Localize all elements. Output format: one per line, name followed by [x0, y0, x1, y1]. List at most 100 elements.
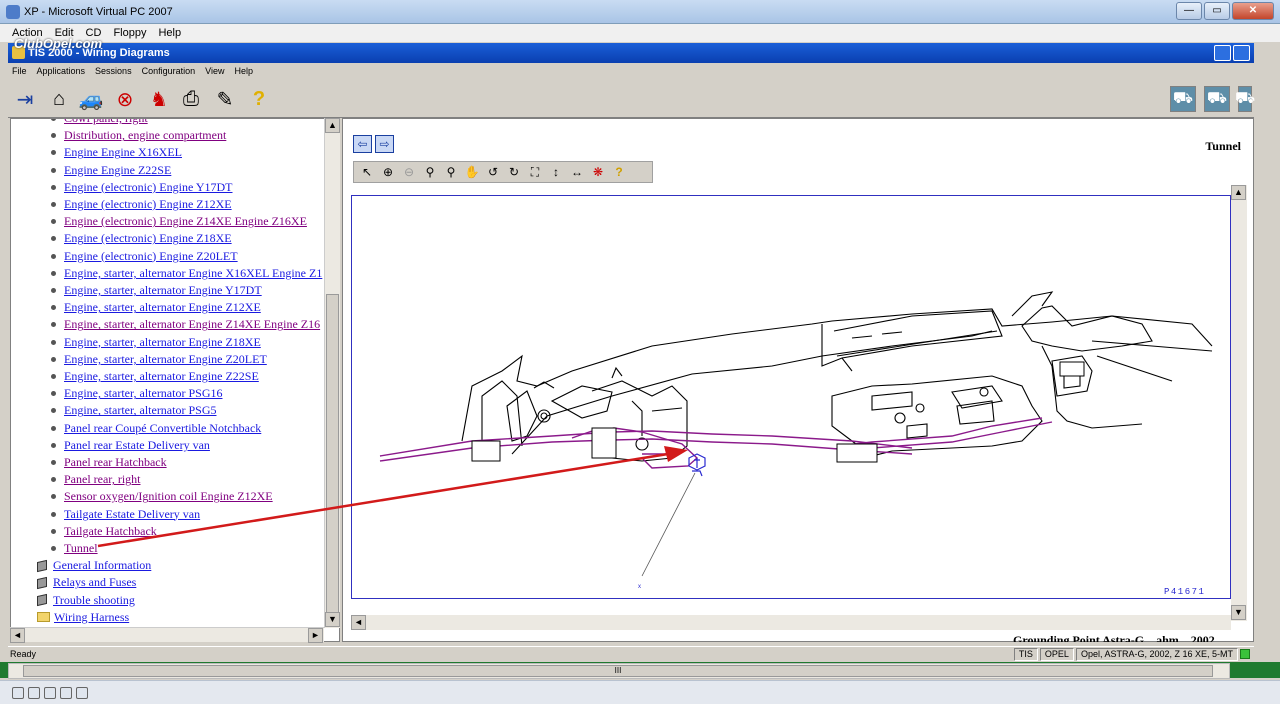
tree-item[interactable]: Tailgate Hatchback	[49, 523, 157, 540]
host-menu-floppy[interactable]: Floppy	[113, 27, 146, 39]
doc-scroll-down-icon[interactable]: ▼	[1231, 605, 1246, 620]
rotate-right-icon[interactable]: ↻	[505, 163, 523, 181]
tree-item[interactable]: General Information	[37, 557, 151, 574]
tree-item-link[interactable]: Tailgate Estate Delivery van	[64, 507, 200, 522]
floppy-icon[interactable]	[28, 686, 40, 699]
hand-icon[interactable]: ✋	[463, 163, 481, 181]
menu-applications[interactable]: Applications	[37, 66, 86, 76]
menu-view[interactable]: View	[205, 66, 224, 76]
tree-item[interactable]: Tailgate Estate Delivery van	[49, 506, 200, 523]
tree-item[interactable]: Engine Engine Z22SE	[49, 162, 171, 179]
host-restore-button[interactable]: ▭	[1204, 2, 1230, 20]
person-icon[interactable]: ♞	[146, 86, 172, 112]
tree-item-link[interactable]: Engine (electronic) Engine Y17DT	[64, 180, 233, 195]
tree-item[interactable]: Trouble shooting	[37, 592, 135, 609]
tree-item-link[interactable]: Panel rear Hatchback	[64, 455, 167, 470]
host-horizontal-scrollbar[interactable]: III	[8, 663, 1230, 679]
tree-item-link[interactable]: Engine, starter, alternator Engine Z18XE	[64, 335, 261, 350]
tree-item-link[interactable]: Engine, starter, alternator Engine Z14XE…	[64, 317, 320, 332]
tree-item[interactable]: Engine (electronic) Engine Z20LET	[49, 248, 238, 265]
fit-window-icon[interactable]: ⛶	[526, 163, 544, 181]
tree-item-link[interactable]: Tunnel	[64, 541, 98, 556]
van-1-icon[interactable]: ⛟	[1170, 86, 1196, 112]
tree-item[interactable]: Engine, starter, alternator Engine Z18XE	[49, 334, 261, 351]
rotate-left-icon[interactable]: ↺	[484, 163, 502, 181]
tree-item[interactable]: Cowl panel, right	[49, 119, 148, 127]
tree-item[interactable]: Engine, starter, alternator PSG5	[49, 402, 216, 419]
tree-item-link[interactable]: Engine, starter, alternator PSG5	[64, 403, 216, 418]
host-close-button[interactable]: ✕	[1232, 2, 1274, 20]
tree-item[interactable]: Sensor oxygen/Ignition coil Engine Z12XE	[49, 488, 273, 505]
doc-scroll-up-icon[interactable]: ▲	[1231, 185, 1246, 200]
shared-folder-icon[interactable]	[60, 686, 72, 699]
tree-item[interactable]: Panel rear Estate Delivery van	[49, 437, 210, 454]
scroll-left-icon[interactable]: ◄	[10, 628, 25, 643]
tree-item-link[interactable]: Engine (electronic) Engine Z18XE	[64, 231, 232, 246]
document-vertical-scrollbar[interactable]: ▲ ▼	[1231, 185, 1247, 621]
tree-item-link[interactable]: Cowl panel, right	[64, 119, 148, 126]
tree-item[interactable]: Engine, starter, alternator Engine Z22SE	[49, 368, 259, 385]
menu-help[interactable]: Help	[234, 66, 253, 76]
host-scroll-thumb[interactable]: III	[23, 665, 1213, 677]
tree-item[interactable]: Distribution, engine compartment	[49, 127, 226, 144]
menu-configuration[interactable]: Configuration	[142, 66, 196, 76]
tree-item[interactable]: Engine (electronic) Engine Z18XE	[49, 230, 232, 247]
help-icon[interactable]: ?	[246, 86, 272, 112]
tree-item-link[interactable]: Engine, starter, alternator Engine Z20LE…	[64, 352, 267, 367]
tree-item-link[interactable]: Engine (electronic) Engine Z14XE Engine …	[64, 214, 307, 229]
tree-item[interactable]: Relays and Fuses	[37, 574, 136, 591]
print-icon[interactable]: ⎙	[178, 86, 204, 112]
van-3-icon[interactable]: ⛟	[1235, 86, 1255, 112]
tree-item-link[interactable]: Distribution, engine compartment	[64, 128, 226, 143]
tree-item[interactable]: Engine, starter, alternator Engine Z14XE…	[49, 316, 320, 333]
tree-item-link[interactable]: General Information	[53, 558, 151, 573]
scroll-up-icon[interactable]: ▲	[325, 118, 340, 133]
notepad-icon[interactable]: ✎	[212, 86, 238, 112]
van-2-icon[interactable]: ⛟	[1204, 86, 1230, 112]
tree-item[interactable]: Engine, starter, alternator Engine Z20LE…	[49, 351, 267, 368]
scroll-right-icon[interactable]: ►	[308, 628, 323, 643]
wiring-diagram[interactable]: x P41671	[351, 195, 1231, 599]
document-horizontal-scrollbar[interactable]: ◄	[351, 615, 1231, 630]
tree-item[interactable]: Engine (electronic) Engine Z12XE	[49, 196, 232, 213]
diagram-help-icon[interactable]: ?	[610, 163, 628, 181]
cd-drive-icon[interactable]	[12, 686, 24, 699]
pointer-icon[interactable]: ↖	[358, 163, 376, 181]
tree-item-link[interactable]: Panel rear, right	[64, 472, 141, 487]
doc-scroll-left-icon[interactable]: ◄	[351, 615, 366, 630]
hard-disk-icon[interactable]	[44, 686, 56, 699]
tree-item-link[interactable]: Panel rear Estate Delivery van	[64, 438, 210, 453]
tree-item-link[interactable]: Engine (electronic) Engine Z12XE	[64, 197, 232, 212]
menu-file[interactable]: File	[12, 66, 27, 76]
tree-item-link[interactable]: Trouble shooting	[53, 593, 135, 608]
tree-item-link[interactable]: Engine, starter, alternator PSG16	[64, 386, 222, 401]
zoom-icon[interactable]: ⚲	[421, 163, 439, 181]
home-icon[interactable]: ⌂	[46, 86, 72, 112]
tree-item[interactable]: Panel rear Hatchback	[49, 454, 167, 471]
tree-item-link[interactable]: Engine Engine X16XEL	[64, 145, 182, 160]
tree-item-link[interactable]: Tailgate Hatchback	[64, 524, 157, 539]
tree-item-link[interactable]: Panel rear Coupé Convertible Notchback	[64, 421, 261, 436]
tree-item-link[interactable]: Relays and Fuses	[53, 575, 136, 590]
zoom-area-icon[interactable]: ⚲	[442, 163, 460, 181]
scroll-down-icon[interactable]: ▼	[325, 612, 340, 627]
menu-sessions[interactable]: Sessions	[95, 66, 132, 76]
tree-item[interactable]: Wiring Harness	[37, 609, 129, 626]
back-arrow-icon[interactable]: ⇦	[353, 135, 372, 153]
tree-item-link[interactable]: Wiring Harness	[54, 610, 129, 625]
tree-item-link[interactable]: Sensor oxygen/Ignition coil Engine Z12XE	[64, 489, 273, 504]
tree-item-link[interactable]: Engine, starter, alternator Engine Z12XE	[64, 300, 261, 315]
host-menu-help[interactable]: Help	[158, 27, 181, 39]
zoom-out-icon[interactable]: ⊖	[400, 163, 418, 181]
magnifier-icon[interactable]: ❋	[589, 163, 607, 181]
tree-item-link[interactable]: Engine, starter, alternator Engine X16XE…	[64, 266, 322, 281]
tree-item[interactable]: Engine, starter, alternator PSG16	[49, 385, 222, 402]
tree-item[interactable]: Engine (electronic) Engine Z14XE Engine …	[49, 213, 307, 230]
tree-item[interactable]: Tunnel	[49, 540, 98, 557]
app-minimize-button[interactable]	[1214, 45, 1231, 61]
tree-item[interactable]: Engine, starter, alternator Engine Y17DT	[49, 282, 262, 299]
app-restore-button[interactable]	[1233, 45, 1250, 61]
network-icon[interactable]	[76, 686, 88, 699]
tree-item[interactable]: Engine Engine X16XEL	[49, 144, 182, 161]
fit-height-icon[interactable]: ↕	[547, 163, 565, 181]
